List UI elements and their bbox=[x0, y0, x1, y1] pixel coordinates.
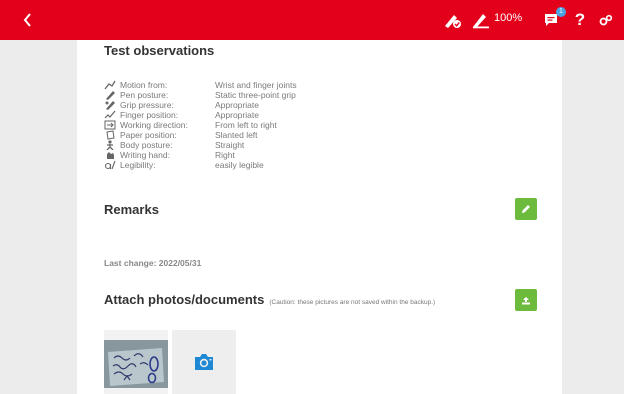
observation-label: Motion from: bbox=[120, 80, 168, 90]
working-direction-icon bbox=[104, 120, 117, 130]
observation-row: Writing hand: Right bbox=[104, 150, 235, 160]
observation-row: Finger position: Appropriate bbox=[104, 110, 259, 120]
writing-hand-icon bbox=[104, 150, 117, 160]
observation-label: Finger position: bbox=[120, 110, 179, 120]
help-button[interactable]: ? bbox=[570, 8, 590, 32]
handwriting-photo-image bbox=[104, 330, 168, 394]
top-bar: 100% 1 ? bbox=[0, 0, 624, 40]
pen-posture-icon bbox=[104, 90, 117, 100]
observation-value: Slanted left bbox=[215, 130, 258, 140]
observation-label: Writing hand: bbox=[120, 150, 170, 160]
observation-row: Body posture: Straight bbox=[104, 140, 244, 150]
gears-icon bbox=[599, 14, 613, 26]
observation-value: From left to right bbox=[215, 120, 277, 130]
observation-label: Paper position: bbox=[120, 130, 177, 140]
notification-badge: 1 bbox=[556, 7, 566, 17]
edit-remarks-button[interactable] bbox=[515, 198, 537, 220]
chat-icon bbox=[545, 14, 557, 26]
attach-section-title: Attach photos/documents (Caution: these p… bbox=[104, 292, 435, 307]
attach-document-button[interactable] bbox=[515, 289, 537, 311]
observation-label: Body posture: bbox=[120, 140, 173, 150]
settings-button[interactable] bbox=[596, 8, 616, 32]
observation-value: Appropriate bbox=[215, 110, 259, 120]
back-button[interactable] bbox=[8, 6, 48, 34]
attach-caution-note: (Caution: these pictures are not saved w… bbox=[269, 299, 436, 306]
observation-row: Working direction: From left to right bbox=[104, 120, 277, 130]
legibility-icon bbox=[104, 160, 117, 170]
observation-label: Working direction: bbox=[120, 120, 188, 130]
motion-icon bbox=[104, 80, 117, 90]
observation-label: Legibility: bbox=[120, 160, 156, 170]
attach-title: Attach photos/documents bbox=[104, 292, 265, 307]
chevron-left-icon bbox=[23, 13, 31, 27]
observation-label: Pen posture: bbox=[120, 90, 169, 100]
add-photo-button[interactable] bbox=[172, 330, 236, 394]
observation-value: Straight bbox=[215, 140, 245, 150]
observation-value: Wrist and finger joints bbox=[215, 80, 297, 90]
pen-zoom-button[interactable] bbox=[470, 8, 492, 32]
report-panel: Test observations Motion from: Wrist and… bbox=[77, 40, 562, 394]
grip-pressure-icon bbox=[104, 100, 117, 110]
remarks-title: Remarks bbox=[104, 202, 159, 217]
pen-check-icon bbox=[445, 15, 461, 28]
observation-row: Grip pressure: Appropriate bbox=[104, 100, 259, 110]
last-change: Last change: 2022/05/31 bbox=[104, 258, 202, 268]
observation-row: Legibility: easily legible bbox=[104, 160, 264, 170]
observation-row: Pen posture: Static three-point grip bbox=[104, 90, 296, 100]
observation-row: Paper position: Slanted left bbox=[104, 130, 258, 140]
observation-row: Motion from: Wrist and finger joints bbox=[104, 80, 297, 90]
zoom-level[interactable]: 100% bbox=[494, 12, 522, 24]
attached-photo-thumbnail[interactable] bbox=[104, 330, 168, 394]
observation-label: Grip pressure: bbox=[120, 100, 174, 110]
paper-position-icon bbox=[104, 130, 117, 140]
observation-value: easily legible bbox=[215, 160, 264, 170]
body-posture-icon bbox=[104, 140, 117, 150]
observation-value: Static three-point grip bbox=[215, 90, 296, 100]
finger-position-icon bbox=[104, 110, 117, 120]
upload-document-icon bbox=[522, 297, 530, 305]
signature-check-button[interactable] bbox=[442, 8, 464, 32]
observation-value: Appropriate bbox=[215, 100, 259, 110]
observations-title: Test observations bbox=[104, 43, 215, 58]
pen-icon bbox=[473, 14, 489, 29]
camera-icon bbox=[195, 354, 213, 370]
observation-value: Right bbox=[215, 150, 235, 160]
pencil-icon bbox=[522, 205, 530, 213]
